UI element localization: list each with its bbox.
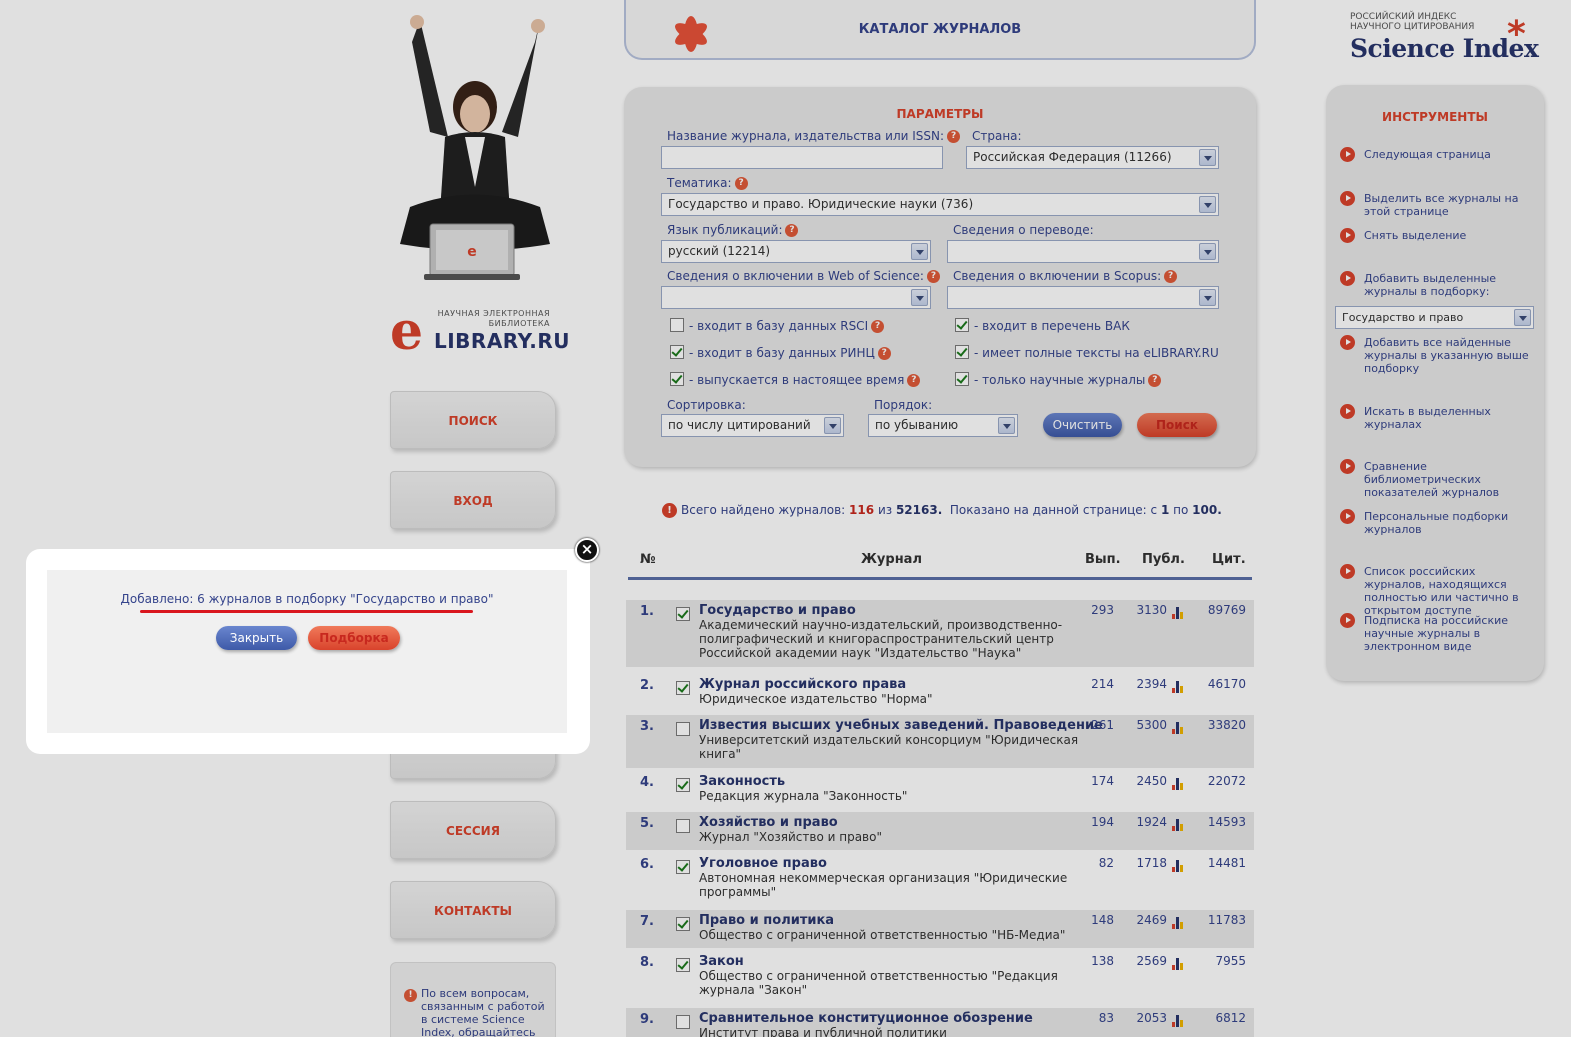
modal-body: Добавлено: 6 журналов в подборку "Госуда… <box>47 570 567 733</box>
close-icon[interactable]: × <box>575 538 599 562</box>
modal-close-button[interactable]: Закрыть <box>216 626 297 650</box>
message-underline <box>140 610 473 613</box>
modal-message: Добавлено: 6 журналов в подборку "Госуда… <box>120 592 494 606</box>
added-modal: Добавлено: 6 журналов в подборку "Госуда… <box>26 549 590 754</box>
modal-collection-button[interactable]: Подборка <box>308 626 400 650</box>
modal-backdrop[interactable] <box>0 0 1571 1037</box>
